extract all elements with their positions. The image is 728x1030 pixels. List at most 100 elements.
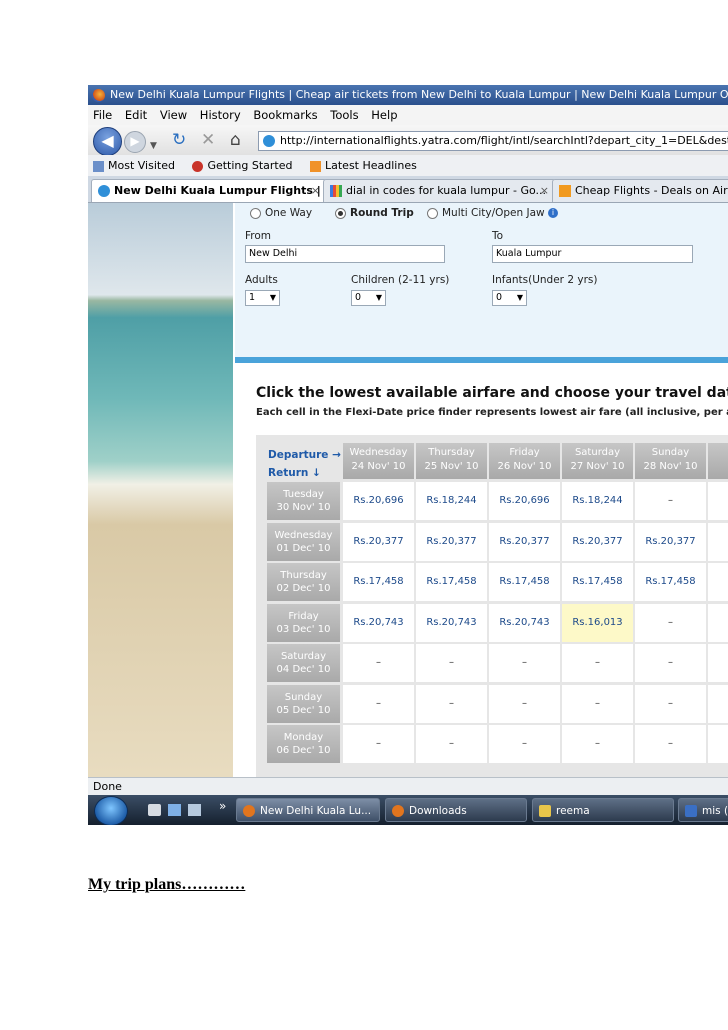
fare-cell[interactable]: Rs.20,743: [343, 603, 414, 642]
fare-cell[interactable]: Rs.17,458: [489, 563, 560, 601]
fare-cell: –: [635, 482, 706, 520]
fare-cell[interactable]: Rs.20,743: [489, 603, 560, 642]
quicklaunch-more-arrow[interactable]: »: [219, 799, 226, 813]
fare-cell[interactable]: Rs.17,458: [416, 563, 487, 601]
menu-edit[interactable]: Edit: [125, 108, 147, 122]
to-label: To: [492, 230, 504, 242]
fare-cell[interactable]: Rs.20,377: [635, 522, 706, 561]
menu-tools[interactable]: Tools: [330, 108, 358, 122]
taskbar-downloads-window[interactable]: Downloads: [385, 798, 527, 822]
from-input[interactable]: New Delhi: [245, 245, 445, 263]
tab-google-search[interactable]: dial in codes for kuala lumpur - Go... ×: [323, 179, 556, 202]
taskbar-reema-folder[interactable]: reema: [532, 798, 674, 822]
show-desktop-icon[interactable]: [168, 804, 181, 816]
bookmark-most-visited[interactable]: Most Visited: [108, 159, 175, 172]
infants-label: Infants(Under 2 yrs): [492, 274, 598, 286]
info-icon[interactable]: i: [547, 208, 558, 218]
recycle-bin-icon[interactable]: [148, 804, 161, 816]
menu-history[interactable]: History: [200, 108, 241, 122]
reload-icon[interactable]: ↻: [172, 130, 186, 150]
fare-cell: –: [343, 725, 414, 763]
url-bar[interactable]: http://internationalflights.yatra.com/fl…: [258, 131, 728, 151]
getting-started-icon: [192, 160, 204, 172]
fare-cell[interactable]: Rs.16,013: [562, 603, 633, 642]
return-row-header: Wednesday 01 Dec' 10: [267, 522, 340, 561]
fare-cell[interactable]: Rs.20,696: [489, 482, 560, 520]
departure-column-header: Sunday 28 Nov' 10: [635, 443, 706, 479]
row-day: Monday: [283, 732, 324, 743]
folder-icon: [539, 805, 551, 817]
fare-cell[interactable]: Rs.20,377: [343, 522, 414, 561]
return-header: Return ↓: [268, 467, 321, 479]
infants-select[interactable]: 0 ▼: [492, 290, 527, 306]
fare-cell: –: [562, 644, 633, 682]
column-day: Thursday: [428, 447, 475, 458]
fare-cell[interactable]: Rs.20,743: [416, 603, 487, 642]
row-day: Wednesday: [274, 529, 333, 541]
radio-selected-icon[interactable]: [335, 207, 346, 219]
fare-cell: –: [489, 644, 560, 682]
beach-background-image: [88, 203, 233, 777]
bookmark-latest-headlines[interactable]: Latest Headlines: [325, 159, 417, 172]
menu-bookmarks[interactable]: Bookmarks: [253, 108, 317, 122]
fare-cell[interactable]: Rs.18,244: [562, 482, 633, 520]
return-row-header: Saturday 04 Dec' 10: [267, 644, 340, 682]
menu-file[interactable]: File: [93, 108, 112, 122]
adults-select[interactable]: 1 ▼: [245, 290, 280, 306]
children-select[interactable]: 0 ▼: [351, 290, 386, 306]
fare-cell[interactable]: Rs.17,458: [343, 563, 414, 601]
column-date: 24 Nov' 10: [351, 461, 406, 472]
menu-view[interactable]: View: [160, 108, 187, 122]
tab-yatra-flights[interactable]: New Delhi Kuala Lumpur Flights | ... ×: [91, 179, 327, 202]
home-icon[interactable]: ⌂: [230, 130, 241, 150]
browser-screenshot: New Delhi Kuala Lumpur Flights | Cheap a…: [88, 85, 728, 825]
fare-cell[interactable]: Rs.20,377: [416, 522, 487, 561]
fare-cell[interactable]: Rs.20,377: [562, 522, 633, 561]
fare-cell[interactable]: Rs.18,244: [416, 482, 487, 520]
one-way-label: One Way: [265, 207, 313, 219]
fare-cell: [708, 644, 728, 682]
fare-cell[interactable]: Rs.20,696: [343, 482, 414, 520]
adults-value: 1: [249, 292, 256, 303]
fare-cell: –: [562, 725, 633, 763]
start-button[interactable]: [94, 796, 128, 825]
fare-cell[interactable]: Rs.20,377: [489, 522, 560, 561]
stop-icon[interactable]: ✕: [201, 130, 215, 150]
form-divider: [235, 357, 728, 363]
children-value: 0: [355, 292, 362, 303]
window-titlebar: New Delhi Kuala Lumpur Flights | Cheap a…: [88, 85, 728, 105]
back-button[interactable]: ◀: [93, 127, 122, 156]
fare-cell: R: [708, 522, 728, 561]
taskbar-label: mis (: [702, 805, 728, 817]
windows-taskbar: » New Delhi Kuala Lu... Downloads reema …: [88, 795, 728, 825]
fare-cell[interactable]: Rs.17,458: [562, 563, 633, 601]
trip-type-one-way[interactable]: One Way: [250, 207, 312, 219]
trip-type-multi-city[interactable]: Multi City/Open Jaw i: [427, 207, 558, 219]
to-input[interactable]: Kuala Lumpur: [492, 245, 693, 263]
history-dropdown-icon[interactable]: ▼: [150, 136, 157, 156]
row-date: 06 Dec' 10: [276, 745, 331, 756]
tab-close-icon[interactable]: ×: [311, 180, 320, 202]
fare-cell[interactable]: Rs.17,458: [635, 563, 706, 601]
trip-type-round-trip[interactable]: Round Trip: [335, 207, 414, 219]
forward-button[interactable]: ▶: [124, 131, 146, 153]
rss-feed-icon: [310, 160, 321, 172]
switch-windows-icon[interactable]: [188, 804, 201, 816]
row-date: 01 Dec' 10: [276, 542, 331, 554]
taskbar-label: reema: [556, 805, 590, 817]
radio-icon[interactable]: [427, 207, 438, 219]
fare-cell: [708, 684, 728, 723]
fare-cell: –: [416, 725, 487, 763]
menu-help[interactable]: Help: [371, 108, 397, 122]
finder-subheading: Each cell in the Flexi-Date price finder…: [256, 407, 728, 418]
bookmark-getting-started[interactable]: Getting Started: [207, 159, 292, 172]
taskbar-firefox-window[interactable]: New Delhi Kuala Lu...: [236, 798, 380, 822]
taskbar-word-document[interactable]: mis (: [678, 798, 728, 822]
tab-cheap-flights[interactable]: Cheap Flights - Deals on Airlin: [552, 179, 728, 202]
tab-close-icon[interactable]: ×: [540, 180, 549, 202]
departure-column-header: Wednesday 24 Nov' 10: [343, 443, 414, 479]
row-day: Thursday: [280, 570, 327, 581]
return-label: Return: [268, 467, 309, 479]
multi-city-label: Multi City/Open Jaw: [442, 207, 545, 219]
radio-icon[interactable]: [250, 207, 261, 219]
